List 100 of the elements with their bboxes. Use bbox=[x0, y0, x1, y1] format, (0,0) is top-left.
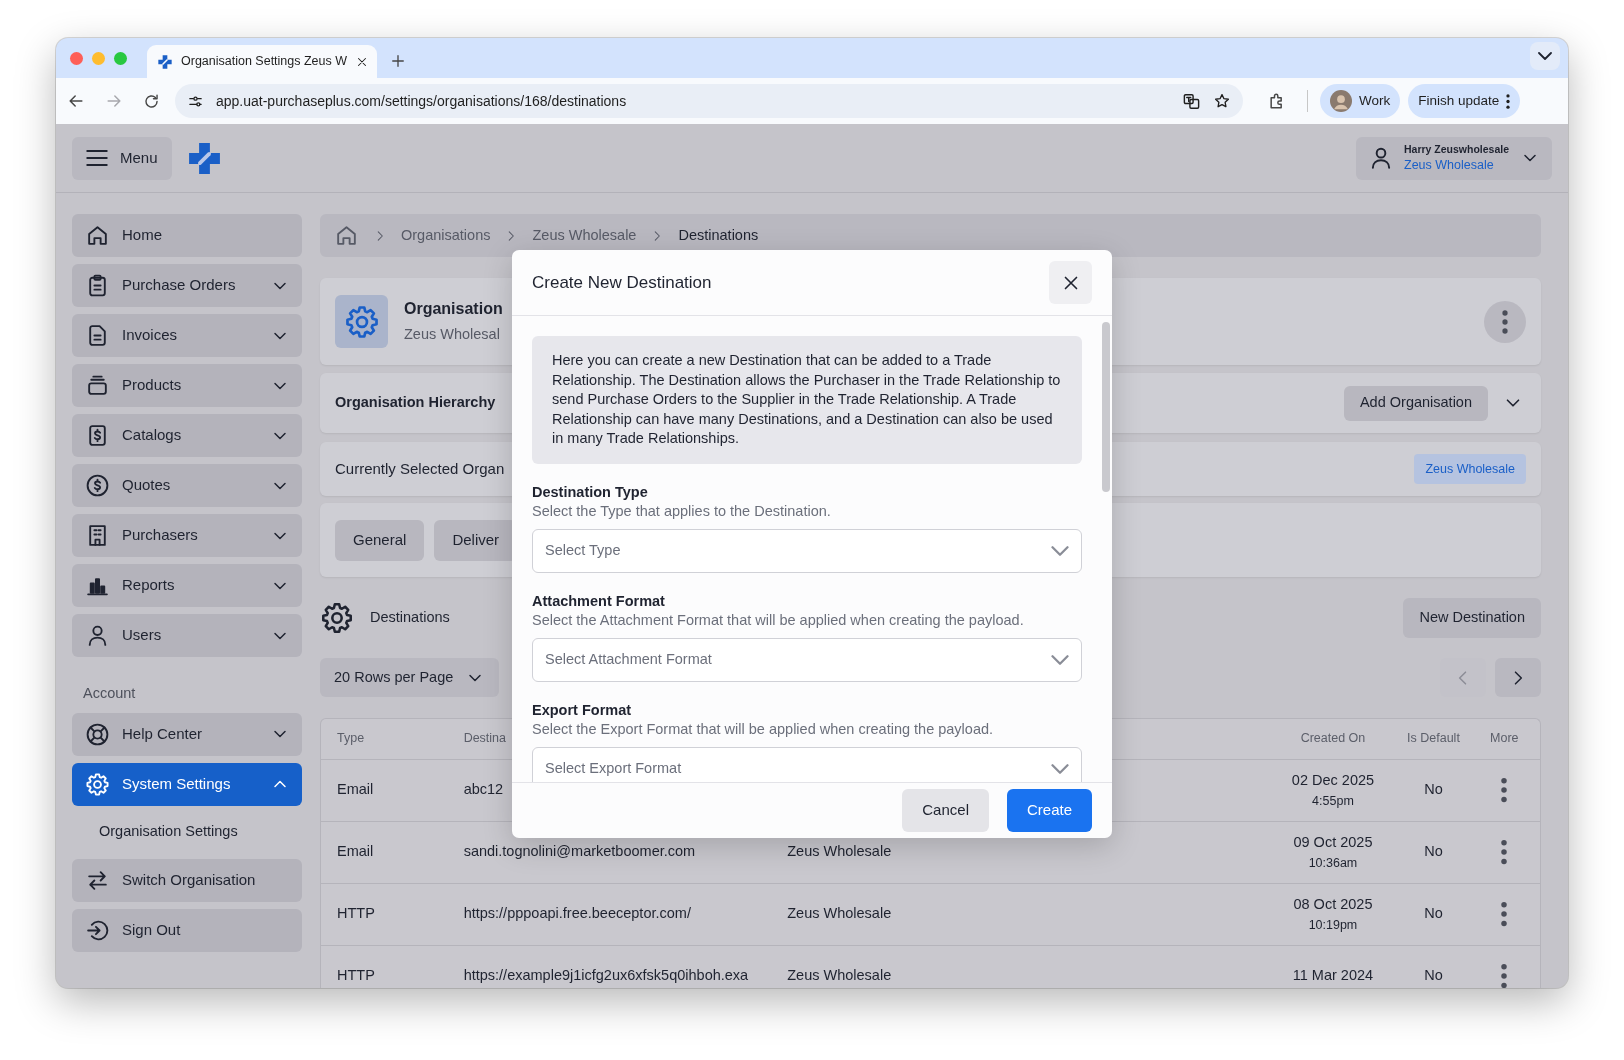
new-tab-icon[interactable] bbox=[389, 52, 407, 70]
more-button[interactable] bbox=[1484, 300, 1526, 343]
sidebar-item[interactable]: Purchase Orders bbox=[72, 264, 302, 307]
field-label: Destination Type bbox=[532, 482, 649, 502]
table-cell: abc12 bbox=[463, 781, 504, 798]
table-cell: No bbox=[1424, 781, 1443, 798]
sidebar-item[interactable]: Products bbox=[72, 364, 302, 407]
column-header: Is Default bbox=[1407, 731, 1460, 746]
home-icon[interactable] bbox=[334, 223, 359, 248]
select-field[interactable]: Select Type bbox=[532, 528, 1082, 573]
field-label: Attachment Format bbox=[532, 591, 666, 611]
more-icon[interactable] bbox=[1501, 963, 1508, 988]
rows-per-page-dropdown[interactable]: 20 Rows per Page bbox=[320, 658, 500, 697]
section-label: Account bbox=[83, 684, 137, 703]
card-label: Currently Selected Organ bbox=[335, 458, 505, 479]
table-cell: Zeus Wholesale bbox=[787, 967, 892, 984]
create-button[interactable]: Create bbox=[1006, 789, 1092, 832]
star-icon[interactable] bbox=[1213, 92, 1231, 110]
gear-icon bbox=[85, 771, 110, 797]
user-menu[interactable]: Harry Zeuswholesale Zeus Wholesale bbox=[1356, 136, 1552, 180]
sidebar-item[interactable]: Invoices bbox=[72, 314, 302, 357]
field-help: Select the Attachment Format that will be applied when creating the payload. bbox=[532, 610, 1025, 630]
field-label: Export Format bbox=[532, 700, 633, 720]
kebab-icon bbox=[1502, 309, 1508, 334]
table-cell: Email bbox=[337, 781, 374, 798]
column-header: More bbox=[1490, 731, 1519, 746]
avatar-icon bbox=[1330, 90, 1352, 112]
field-help: Select the Export Format that will be applied when creating the payload. bbox=[532, 719, 995, 739]
table-cell: HTTP bbox=[337, 967, 375, 984]
field-help: Select the Type that applies to the Destination. bbox=[532, 501, 832, 521]
kebab-icon bbox=[1506, 93, 1511, 109]
breadcrumb-link[interactable]: Zeus Wholesale bbox=[532, 224, 637, 247]
table-cell: Zeus Wholesale bbox=[787, 843, 892, 860]
user-name: Harry Zeuswholesale bbox=[1404, 143, 1510, 157]
info-text: Here you can create a new Destination that can be added to a Trade Relationship. The Destination allows the Purchaser in the Trade Relationship to send Purchase Orders to the Supplier in the Trade Relationship. A Trade Relationship can have many Destinations, and a Destination can also be used in many Trade Relationships. bbox=[532, 336, 1082, 464]
sidebar-item[interactable]: Switch Organisation bbox=[72, 858, 302, 902]
time-text: 10:36am bbox=[1307, 854, 1359, 872]
address-bar[interactable]: app.uat-purchaseplus.com/settings/organisations/168/destinations bbox=[175, 84, 1243, 118]
browser-tab[interactable]: Organisation Settings Zeus W bbox=[147, 45, 377, 78]
tab[interactable]: General bbox=[335, 519, 425, 561]
breadcrumb-link[interactable]: Organisations bbox=[401, 224, 491, 247]
stack-icon bbox=[85, 373, 110, 398]
sidebar-item[interactable]: Catalogs bbox=[72, 414, 302, 457]
menu-button[interactable]: Menu bbox=[72, 136, 172, 180]
select-field[interactable]: Select Attachment Format bbox=[532, 637, 1082, 682]
date-text: 11 Mar 2024 bbox=[1291, 966, 1375, 986]
add-organisation-button[interactable]: Add Organisation bbox=[1343, 385, 1488, 421]
breadcrumb-current: Destinations bbox=[678, 225, 759, 245]
card-subtitle: Zeus Wholesal bbox=[404, 325, 501, 345]
profile-button[interactable]: Work bbox=[1320, 84, 1401, 118]
section-title: Organisation Hierarchy bbox=[335, 393, 496, 413]
organisation-tag: Zeus Wholesale bbox=[1414, 453, 1526, 485]
chevron-down-icon bbox=[1051, 763, 1069, 774]
sidebar-item[interactable]: Sign Out bbox=[72, 908, 302, 952]
sidebar-item[interactable]: Help Center bbox=[72, 712, 302, 756]
table-cell: No bbox=[1424, 905, 1443, 922]
favicon-icon bbox=[157, 53, 173, 70]
lifebuoy-icon bbox=[85, 721, 110, 747]
home-icon bbox=[85, 223, 110, 248]
table-cell: Email bbox=[337, 843, 374, 860]
sidebar-item[interactable]: Reports bbox=[72, 564, 302, 607]
new-destination-button[interactable]: New Destination bbox=[1403, 598, 1541, 638]
table-cell: No bbox=[1424, 967, 1443, 984]
column-header: Type bbox=[337, 731, 365, 746]
sidebar-item[interactable]: Users bbox=[72, 614, 302, 657]
scrollbar-thumb[interactable] bbox=[1102, 322, 1110, 492]
sidebar-item[interactable]: Home bbox=[72, 214, 302, 257]
sidebar-item[interactable]: System Settings bbox=[72, 762, 302, 806]
date-text: 09 Oct 2025 bbox=[1292, 832, 1374, 852]
close-button[interactable] bbox=[1049, 261, 1092, 304]
more-icon[interactable] bbox=[1501, 777, 1508, 803]
dollar-icon bbox=[85, 473, 110, 498]
select-field[interactable]: Select Export Format bbox=[532, 746, 1082, 782]
more-icon[interactable] bbox=[1501, 901, 1508, 927]
tab-list-button[interactable] bbox=[1530, 42, 1560, 70]
table-cell: https://pppoapi.free.beeceptor.com/ bbox=[463, 905, 691, 922]
table-cell: HTTP bbox=[337, 905, 375, 922]
table-cell: sandi.tognolini@marketboomer.com bbox=[463, 843, 696, 860]
column-header: Destina bbox=[463, 731, 506, 746]
chevron-down-icon bbox=[1051, 654, 1069, 665]
more-icon[interactable] bbox=[1501, 839, 1508, 865]
column-header: Created On bbox=[1300, 731, 1366, 746]
table-cell: Zeus Wholesale bbox=[787, 905, 892, 922]
time-text: 10:19pm bbox=[1307, 916, 1359, 934]
gear-icon bbox=[335, 295, 388, 348]
time-text: 4:55pm bbox=[1311, 792, 1355, 810]
sidebar-item[interactable]: Quotes bbox=[72, 464, 302, 507]
chevron-down-icon bbox=[1051, 545, 1069, 556]
card-title: Organisation bbox=[404, 299, 503, 320]
cancel-button[interactable]: Cancel bbox=[902, 789, 989, 832]
dialog-title: Create New Destination bbox=[532, 271, 712, 294]
table-cell: https://example9j1icfg2ux6xfsk5q0ihboh.exa bbox=[463, 967, 749, 984]
sidebar-subitem[interactable]: Organisation Settings bbox=[72, 812, 302, 852]
date-text: 02 Dec 2025 bbox=[1290, 770, 1376, 790]
gear-icon bbox=[320, 601, 354, 635]
update-button[interactable]: Finish update bbox=[1408, 84, 1521, 118]
date-text: 08 Oct 2025 bbox=[1292, 894, 1374, 914]
section-title: Destinations bbox=[370, 608, 450, 628]
sidebar-item[interactable]: Purchasers bbox=[72, 514, 302, 557]
translate-icon[interactable] bbox=[1182, 91, 1201, 111]
